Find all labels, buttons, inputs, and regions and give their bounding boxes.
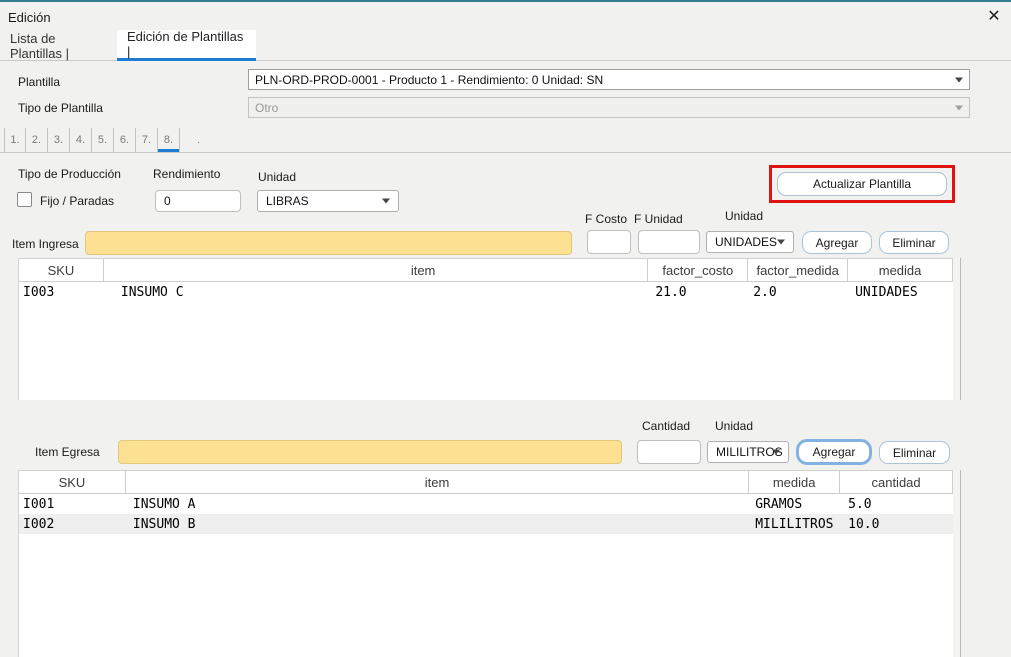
- chevron-down-icon: [955, 77, 963, 82]
- table-cell: MILILITROS: [749, 517, 840, 532]
- tab-edicion-de-plantillas[interactable]: Edición de Plantillas |: [117, 30, 256, 61]
- column-header[interactable]: factor_medida: [748, 259, 848, 281]
- tab-lista-de-plantillas[interactable]: Lista de Plantillas |: [0, 30, 117, 61]
- table-cell: 21.0: [648, 285, 748, 300]
- subtab-2dot[interactable]: 2.: [26, 128, 48, 152]
- table-cell: I003: [19, 285, 104, 300]
- unidad-egresa-dropdown[interactable]: MILILITROS: [707, 441, 789, 463]
- column-header[interactable]: medida: [848, 259, 953, 281]
- column-header-label: item: [425, 475, 450, 490]
- table-row[interactable]: I001INSUMO AGRAMOS5.0: [19, 494, 953, 514]
- ingresa-table-gutter: [953, 258, 961, 400]
- subtab-1dot[interactable]: 1.: [4, 128, 26, 152]
- table-cell: GRAMOS: [749, 497, 840, 512]
- chevron-down-icon: [955, 105, 963, 110]
- egresa-table: SKU item medida cantidad I001INSUMO AGRAMOS5…: [18, 470, 953, 657]
- column-header[interactable]: item: [126, 471, 749, 493]
- unidad-ingresa-label: Unidad: [725, 209, 763, 223]
- item-ingresa-label: Item Ingresa: [12, 237, 79, 251]
- table-cell: 2.0: [748, 285, 848, 300]
- table-cell: I001: [19, 497, 126, 512]
- column-header-label: SKU: [59, 475, 86, 490]
- item-egresa-label: Item Egresa: [35, 445, 100, 459]
- subtab-dot[interactable]: .: [180, 128, 202, 152]
- table-row[interactable]: I002INSUMO BMILILITROS10.0: [19, 514, 953, 534]
- table-cell: UNIDADES: [848, 285, 953, 300]
- column-header-label: SKU: [48, 263, 75, 278]
- column-header[interactable]: SKU: [19, 471, 126, 493]
- table-cell: 10.0: [840, 517, 953, 532]
- table-header-row: SKU item factor_costo factor_medida medida: [19, 258, 953, 282]
- column-header-label: cantidad: [871, 475, 920, 490]
- f-costo-input[interactable]: [587, 230, 631, 254]
- fijo-paradas-checkbox[interactable]: [17, 192, 32, 207]
- table-row[interactable]: I003INSUMO C21.02.0UNIDADES: [19, 282, 953, 302]
- plantilla-combobox-value: PLN-ORD-PROD-0001 - Producto 1 - Rendimi…: [255, 73, 603, 87]
- rendimiento-label: Rendimiento: [153, 167, 220, 181]
- f-unidad-input[interactable]: [638, 230, 700, 254]
- agregar-egresa-button[interactable]: Agregar: [796, 439, 872, 465]
- unidad-dropdown[interactable]: LIBRAS: [257, 190, 399, 212]
- unidad-egresa-label: Unidad: [715, 419, 753, 433]
- tipo-plantilla-label: Tipo de Plantilla: [18, 101, 103, 115]
- column-header-label: factor_medida: [756, 263, 838, 278]
- tipo-produccion-label: Tipo de Producción: [18, 167, 121, 181]
- subtab-5dot[interactable]: 5.: [92, 128, 114, 152]
- cantidad-label: Cantidad: [642, 419, 690, 433]
- fijo-paradas-label: Fijo / Paradas: [40, 194, 114, 208]
- plantilla-combobox[interactable]: PLN-ORD-PROD-0001 - Producto 1 - Rendimi…: [248, 69, 970, 90]
- tab-bar: Lista de Plantillas | Edición de Plantil…: [0, 30, 1011, 61]
- chevron-down-icon: [777, 240, 785, 245]
- window-title: Edición: [8, 10, 51, 25]
- tipo-plantilla-combobox: Otro: [248, 97, 970, 118]
- table-cell: INSUMO C: [104, 285, 648, 300]
- item-egresa-input[interactable]: [118, 440, 622, 464]
- subtab-7dot[interactable]: 7.: [136, 128, 158, 152]
- column-header-label: medida: [879, 263, 922, 278]
- column-header[interactable]: SKU: [19, 259, 104, 281]
- actualizar-plantilla-button[interactable]: Actualizar Plantilla: [777, 172, 947, 196]
- cantidad-input[interactable]: [637, 440, 701, 464]
- table-cell: INSUMO A: [126, 497, 749, 512]
- section-divider: [0, 152, 1011, 153]
- ingresa-table: SKU item factor_costo factor_medida medida I0…: [18, 258, 953, 400]
- f-costo-label: F Costo: [585, 212, 627, 226]
- item-ingresa-input[interactable]: [85, 231, 572, 255]
- eliminar-ingresa-button[interactable]: Eliminar: [879, 231, 949, 254]
- egresa-table-gutter: [953, 470, 961, 657]
- column-header-label: factor_costo: [662, 263, 733, 278]
- table-header-row: SKU item medida cantidad: [19, 470, 953, 494]
- subtab-bar: 1.2.3.4.5.6.7.8..: [4, 128, 202, 152]
- unidad-label: Unidad: [258, 170, 296, 184]
- table-cell: 5.0: [840, 497, 953, 512]
- column-header-label: item: [411, 263, 436, 278]
- f-unidad-label: F Unidad: [634, 212, 683, 226]
- eliminar-egresa-button[interactable]: Eliminar: [879, 441, 950, 464]
- tipo-plantilla-combobox-value: Otro: [255, 101, 278, 115]
- subtab-3dot[interactable]: 3.: [48, 128, 70, 152]
- table-cell: INSUMO B: [126, 517, 749, 532]
- agregar-ingresa-button[interactable]: Agregar: [802, 231, 872, 254]
- table-cell: I002: [19, 517, 126, 532]
- column-header-label: medida: [773, 475, 816, 490]
- unidad-ingresa-dropdown[interactable]: UNIDADES: [706, 231, 794, 253]
- chevron-down-icon: [382, 199, 390, 204]
- chevron-down-icon: [772, 450, 780, 455]
- plantilla-label: Plantilla: [18, 75, 60, 89]
- title-bar: [0, 2, 1011, 30]
- column-header[interactable]: cantidad: [840, 471, 953, 493]
- close-icon[interactable]: ✕: [984, 7, 1004, 27]
- column-header[interactable]: factor_costo: [648, 259, 748, 281]
- column-header[interactable]: medida: [749, 471, 840, 493]
- unidad-dropdown-value: LIBRAS: [266, 194, 309, 208]
- rendimiento-input[interactable]: 0: [155, 190, 241, 212]
- subtab-6dot[interactable]: 6.: [114, 128, 136, 152]
- subtab-4dot[interactable]: 4.: [70, 128, 92, 152]
- subtab-8dot[interactable]: 8.: [158, 128, 180, 152]
- column-header[interactable]: item: [104, 259, 648, 281]
- unidad-ingresa-dropdown-value: UNIDADES: [715, 235, 777, 249]
